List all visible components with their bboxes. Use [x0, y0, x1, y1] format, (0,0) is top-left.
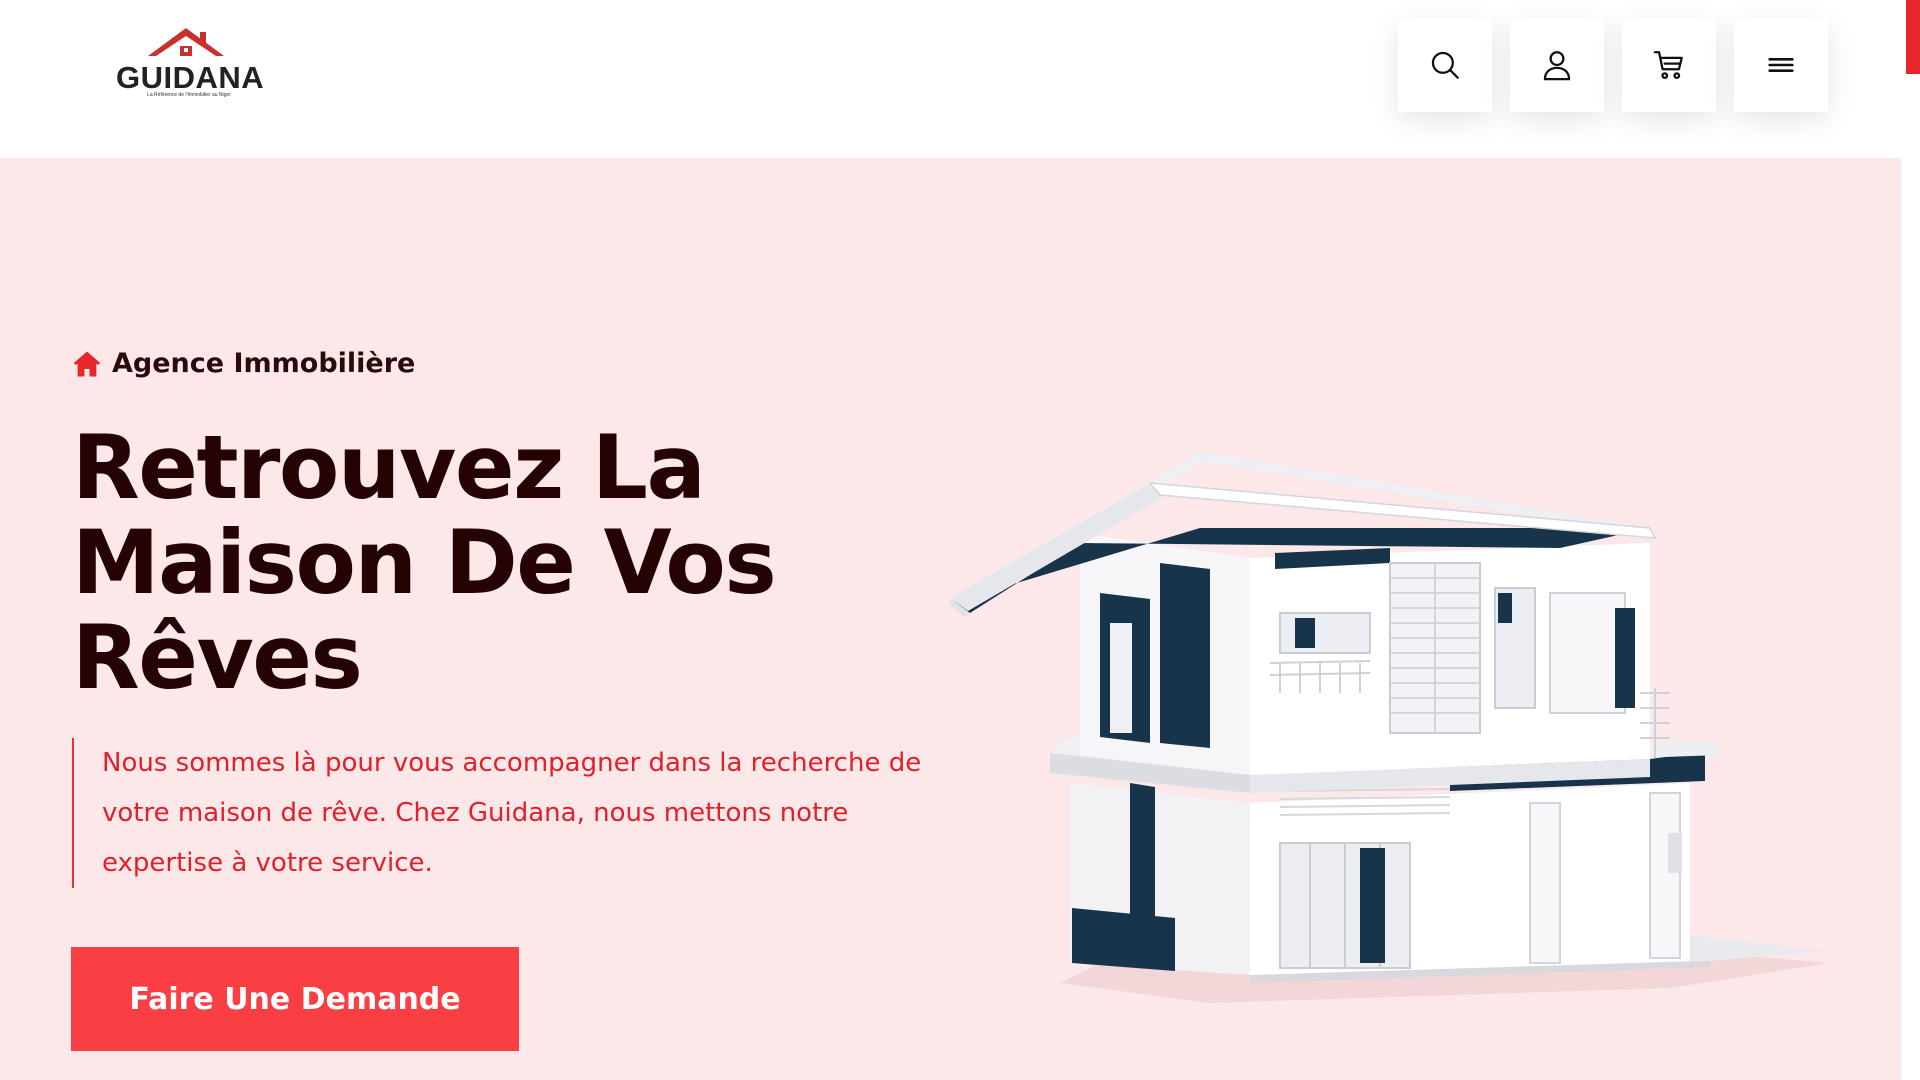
hero-title: Retrouvez La Maison De Vos Rêves: [72, 416, 777, 709]
hero-description: Nous sommes là pour vous accompagner dan…: [72, 738, 952, 888]
search-button[interactable]: [1398, 18, 1492, 112]
logo[interactable]: GUIDANA La Référence de l'Immobilier au …: [112, 26, 264, 106]
logo-tagline: La Référence de l'Immobilier au Niger: [147, 92, 231, 98]
eyebrow-label: Agence Immobilière: [112, 348, 416, 379]
house-illustration: [950, 451, 1830, 1003]
menu-icon: [1768, 58, 1794, 72]
search-icon: [1431, 51, 1459, 79]
scrollbar-thumb[interactable]: [1906, 0, 1920, 74]
hero-section: Agence Immobilière Retrouvez La Maison D…: [0, 158, 1901, 1080]
cart-icon: [1653, 51, 1683, 80]
hero-eyebrow: Agence Immobilière: [72, 348, 415, 379]
user-icon: [1543, 51, 1571, 81]
request-button[interactable]: Faire Une Demande: [71, 947, 519, 1051]
home-icon: [73, 351, 101, 376]
hero-description-text: Nous sommes là pour vous accompagner dan…: [102, 748, 922, 878]
scrollbar-track[interactable]: [1901, 74, 1920, 1080]
menu-button[interactable]: [1734, 18, 1828, 112]
page: GUIDANA La Référence de l'Immobilier au …: [0, 0, 1920, 1080]
cart-button[interactable]: [1622, 18, 1716, 112]
site-header: GUIDANA La Référence de l'Immobilier au …: [0, 0, 1901, 158]
logo-wordmark: GUIDANA: [116, 60, 265, 95]
account-button[interactable]: [1510, 18, 1604, 112]
house-roof-icon: [148, 28, 224, 56]
